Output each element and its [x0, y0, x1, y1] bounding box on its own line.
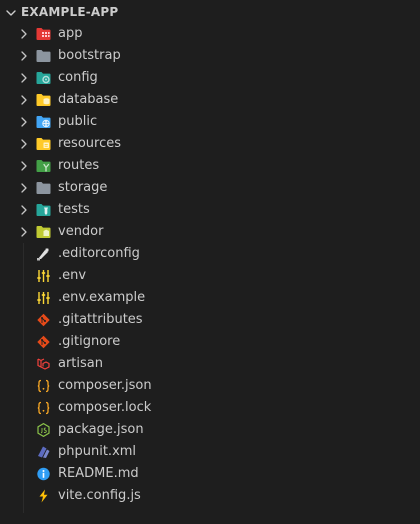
folder-item-vendor[interactable]: vendor — [0, 221, 420, 243]
file-item-env[interactable]: .env — [0, 265, 420, 287]
chevron-right-icon[interactable] — [19, 50, 29, 62]
chevron-right-icon[interactable] — [19, 138, 29, 150]
chevron-right-icon[interactable] — [19, 160, 29, 172]
folder-label: vendor — [58, 224, 104, 239]
file-item-phpunit-xml[interactable]: phpunit.xml — [0, 441, 420, 463]
file-item-vite-config[interactable]: vite.config.js — [0, 485, 420, 507]
folder-item-database[interactable]: database — [0, 89, 420, 111]
routes-folder-icon — [36, 160, 51, 172]
folder-item-config[interactable]: config — [0, 67, 420, 89]
chevron-right-icon[interactable] — [19, 28, 29, 40]
folder-label: storage — [58, 180, 108, 195]
file-tree: app bootstrap config database public res… — [0, 23, 420, 507]
chevron-right-icon[interactable] — [19, 94, 29, 106]
chevron-right-icon[interactable] — [19, 116, 29, 128]
file-item-composer-json[interactable]: composer.json — [0, 375, 420, 397]
file-label: .env.example — [58, 290, 146, 305]
laravel-icon — [37, 358, 50, 370]
folder-icon — [36, 50, 51, 62]
folder-label: resources — [58, 136, 122, 151]
chevron-down-icon[interactable] — [5, 7, 17, 19]
file-item-composer-lock[interactable]: composer.lock — [0, 397, 420, 419]
folder-icon — [36, 182, 51, 194]
chevron-right-icon[interactable] — [19, 226, 29, 238]
nodejs-icon — [37, 423, 50, 437]
database-folder-icon — [36, 94, 51, 106]
folder-label: database — [58, 92, 119, 107]
folder-item-bootstrap[interactable]: bootstrap — [0, 45, 420, 67]
folder-label: app — [58, 26, 83, 41]
folder-label: public — [58, 114, 98, 129]
folder-item-storage[interactable]: storage — [0, 177, 420, 199]
file-label: .gitignore — [58, 334, 121, 349]
file-label: artisan — [58, 356, 103, 371]
file-label: README.md — [58, 466, 139, 481]
app-folder-icon — [36, 28, 51, 40]
vendor-folder-icon — [36, 226, 51, 238]
env-icon — [37, 270, 50, 282]
env-icon — [37, 292, 50, 304]
editorconfig-icon — [37, 248, 49, 261]
folder-item-public[interactable]: public — [0, 111, 420, 133]
file-label: .gitattributes — [58, 312, 143, 327]
git-icon — [37, 335, 50, 349]
file-item-editorconfig[interactable]: .editorconfig — [0, 243, 420, 265]
file-label: phpunit.xml — [58, 444, 137, 459]
folder-item-app[interactable]: app — [0, 23, 420, 45]
file-item-artisan[interactable]: artisan — [0, 353, 420, 375]
file-label: .env — [58, 268, 87, 283]
file-item-gitignore[interactable]: .gitignore — [0, 331, 420, 353]
folder-label: tests — [58, 202, 90, 217]
file-label: composer.lock — [58, 400, 152, 415]
folder-item-resources[interactable]: resources — [0, 133, 420, 155]
file-label: composer.json — [58, 378, 152, 393]
file-item-package-json[interactable]: package.json — [0, 419, 420, 441]
git-icon — [37, 313, 50, 327]
folder-item-routes[interactable]: routes — [0, 155, 420, 177]
file-item-readme[interactable]: README.md — [0, 463, 420, 485]
chevron-right-icon[interactable] — [19, 204, 29, 216]
chevron-right-icon[interactable] — [19, 72, 29, 84]
public-folder-icon — [36, 116, 51, 128]
json-braces-icon — [37, 401, 50, 415]
json-braces-icon — [37, 379, 50, 393]
file-item-env-example[interactable]: .env.example — [0, 287, 420, 309]
folder-label: config — [58, 70, 98, 85]
info-icon — [37, 467, 50, 481]
explorer-section-title: EXAMPLE-APP — [21, 5, 119, 19]
file-label: vite.config.js — [58, 488, 141, 503]
tests-folder-icon — [36, 204, 51, 216]
folder-label: routes — [58, 158, 100, 173]
file-label: .editorconfig — [58, 246, 140, 261]
folder-label: bootstrap — [58, 48, 121, 63]
indent-guide — [23, 243, 24, 513]
file-explorer: EXAMPLE-APP app bootstrap config databas… — [0, 0, 420, 524]
explorer-section-header[interactable]: EXAMPLE-APP — [0, 0, 420, 24]
chevron-right-icon[interactable] — [19, 182, 29, 194]
folder-item-tests[interactable]: tests — [0, 199, 420, 221]
file-label: package.json — [58, 422, 144, 437]
resources-folder-icon — [36, 138, 51, 150]
vite-icon — [39, 489, 48, 503]
file-item-gitattributes[interactable]: .gitattributes — [0, 309, 420, 331]
config-folder-icon — [36, 72, 51, 84]
phpunit-icon — [38, 446, 50, 458]
